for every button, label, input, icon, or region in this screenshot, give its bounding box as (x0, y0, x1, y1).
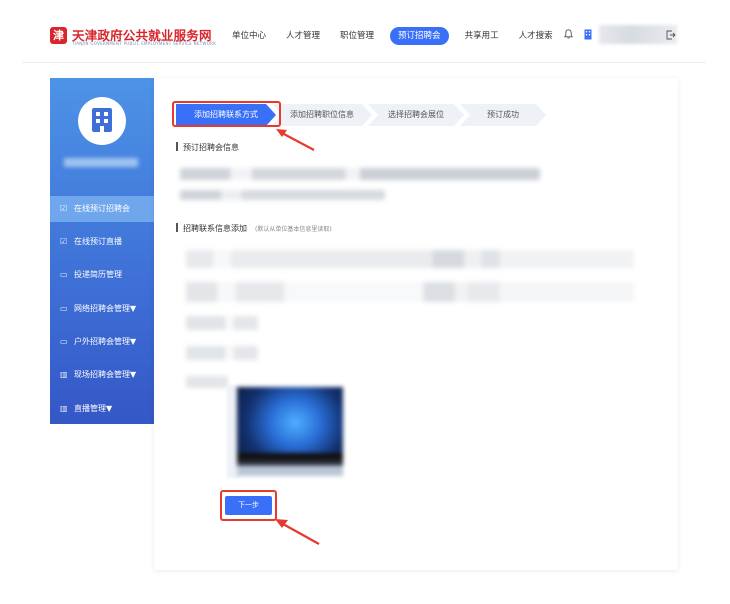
sidebar-item-label: 户外招聘会管理▼ (74, 337, 137, 346)
contact-field-blurred[interactable] (186, 316, 258, 330)
nav-position-management[interactable]: 职位管理 (330, 27, 384, 45)
step-select-booth: 选择招聘会展位 (368, 104, 464, 126)
folder-icon: ▭ (60, 337, 68, 346)
company-building-icon (92, 108, 112, 132)
nav-talent-search[interactable]: 人才搜索 (509, 27, 563, 45)
contact-field-blurred[interactable] (186, 282, 634, 302)
sidebar-item-label: 现场招聘会管理▼ (74, 370, 137, 379)
nav-unit-center[interactable]: 单位中心 (222, 27, 276, 45)
company-name-blurred (64, 158, 138, 167)
top-nav: 单位中心 人才管理 职位管理 预订招聘会 共享用工 人才搜索 (222, 27, 563, 45)
annotation-highlight-box (220, 490, 277, 521)
sidebar-item-resume-management[interactable]: ▭ 投递简历管理 (50, 262, 154, 288)
step-booking-success: 预订成功 (460, 104, 546, 126)
sidebar-item-label: 在线预订招聘会 (74, 204, 130, 213)
sidebar-item-label: 在线预订直播 (74, 237, 122, 246)
bell-icon[interactable] (564, 29, 573, 39)
sidebar-item-book-job-fair[interactable]: ☑ 在线预订招聘会 (50, 196, 154, 222)
logout-icon[interactable] (666, 30, 676, 40)
nav-book-job-fair[interactable]: 预订招聘会 (390, 27, 449, 45)
sidebar-item-label: 投递简历管理 (74, 270, 122, 279)
site-subtitle: TIANJIN GOVERNMENT PUBLIC EMPLOYMENT SER… (72, 41, 217, 46)
chart-icon: ▥ (60, 370, 68, 379)
annotation-arrow-icon (276, 129, 315, 151)
nav-shared-employment[interactable]: 共享用工 (455, 27, 509, 45)
section-title-text: 预订招聘会信息 (183, 143, 239, 152)
building-icon[interactable] (584, 29, 592, 40)
section-title-contact-info: 招聘联系信息添加 (默认从单位基本信息里读取) (176, 223, 332, 234)
section-bar (176, 223, 178, 232)
sidebar-item-outdoor-fair-management[interactable]: ▭ 户外招聘会管理▼ (50, 329, 154, 355)
sidebar-item-book-live[interactable]: ☑ 在线预订直播 (50, 229, 154, 255)
annotation-highlight-box (172, 101, 281, 127)
section-hint: (默认从单位基本信息里读取) (255, 226, 332, 233)
section-title-fair-info: 预订招聘会信息 (176, 142, 239, 153)
checkbox-icon: ☑ (60, 237, 68, 246)
fair-info-blurred (180, 190, 385, 200)
annotation-arrow-icon (275, 519, 320, 545)
contact-field-blurred[interactable] (186, 250, 634, 268)
sidebar-item-label: 网络招聘会管理▼ (74, 304, 137, 313)
section-title-text: 招聘联系信息添加 (183, 224, 247, 233)
folder-icon: ▭ (60, 304, 68, 313)
header-divider (22, 62, 706, 63)
step-add-position: 添加招聘职位信息 (272, 104, 372, 126)
nav-talent-management[interactable]: 人才管理 (276, 27, 330, 45)
sidebar-item-live-management[interactable]: ▥ 直播管理▼ (50, 396, 154, 422)
sidebar-item-online-fair-management[interactable]: ▭ 网络招聘会管理▼ (50, 296, 154, 322)
sidebar-item-label: 直播管理▼ (74, 404, 113, 413)
section-bar (176, 142, 178, 151)
uploaded-photo-blurred[interactable] (237, 387, 343, 476)
site-logo-icon[interactable]: 津 (50, 27, 67, 44)
checkbox-icon: ☑ (60, 204, 68, 213)
photo-label-blurred (186, 376, 228, 388)
sidebar-item-onsite-fair-management[interactable]: ▥ 现场招聘会管理▼ (50, 362, 154, 388)
contact-field-blurred[interactable] (186, 346, 258, 360)
chart-icon: ▥ (60, 404, 68, 413)
fair-info-blurred (180, 168, 540, 180)
folder-icon: ▭ (60, 270, 68, 279)
